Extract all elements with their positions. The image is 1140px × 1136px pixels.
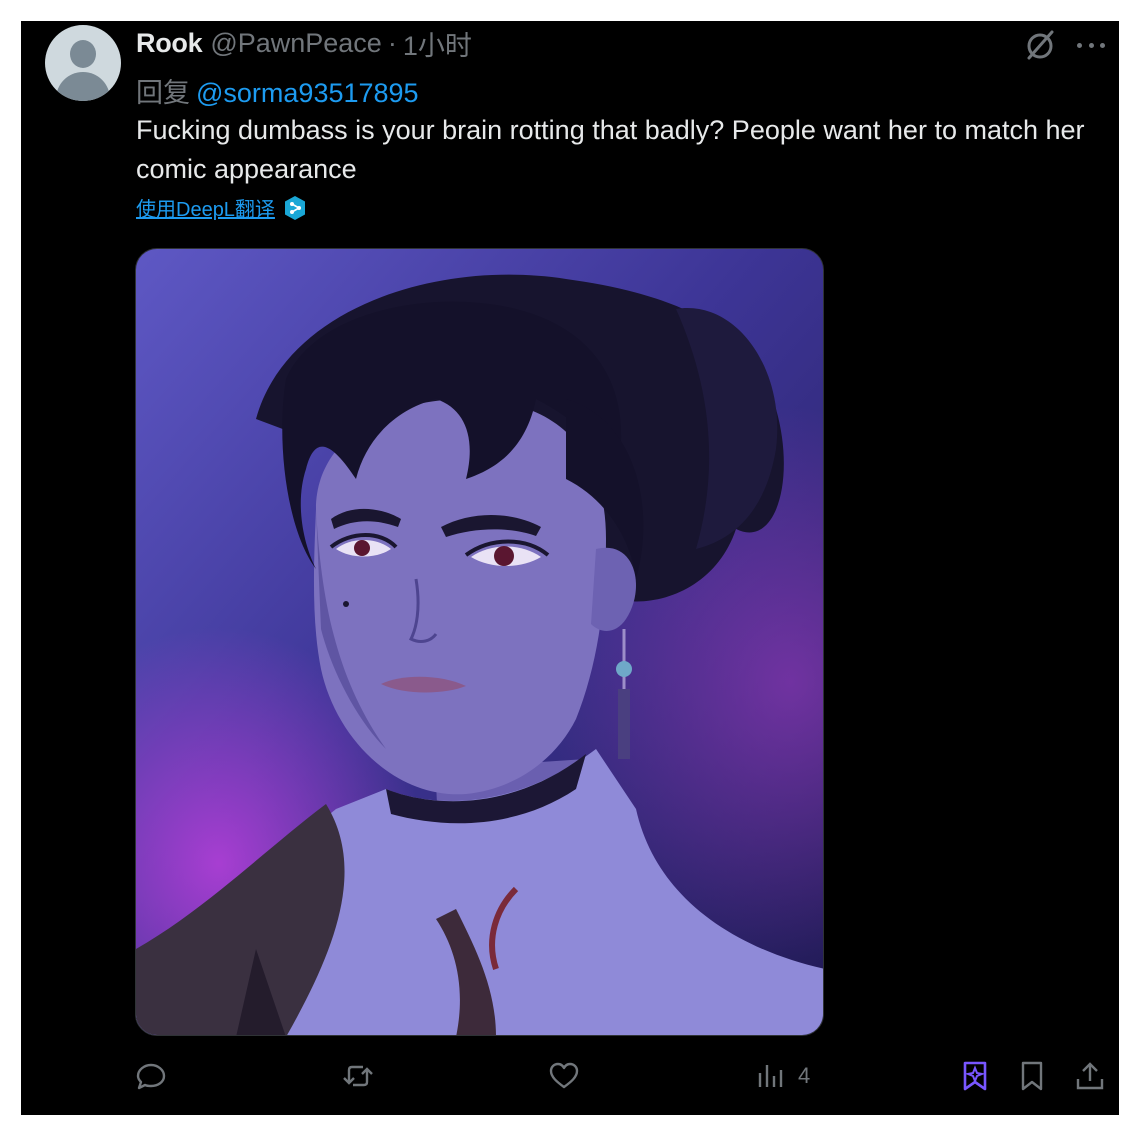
- views-button[interactable]: 4: [754, 1059, 810, 1093]
- translate-row: 使用DeepL翻译: [136, 193, 307, 222]
- retweet-button[interactable]: [341, 1059, 375, 1093]
- bookmark-icon: [1021, 1061, 1043, 1091]
- tweet-text: Fucking dumbass is your brain rotting th…: [136, 115, 1085, 184]
- tweet-header: Rook @PawnPeace · 1小时: [136, 25, 472, 61]
- author-handle[interactable]: @PawnPeace: [210, 28, 382, 59]
- grok-icon[interactable]: [1022, 27, 1058, 63]
- anime-portrait-image: [136, 249, 823, 1035]
- grok-explain-button[interactable]: [958, 1059, 992, 1093]
- avatar-body: [56, 72, 110, 101]
- deepl-icon: [284, 195, 305, 220]
- reply-target-link[interactable]: @sorma93517895: [196, 78, 419, 108]
- reply-button[interactable]: [134, 1059, 168, 1093]
- action-bar: 4: [21, 1051, 1119, 1101]
- like-button[interactable]: [547, 1059, 581, 1093]
- analytics-icon: [758, 1065, 783, 1087]
- reply-label: 回复: [136, 78, 190, 108]
- tweet-timestamp[interactable]: 1小时: [403, 24, 472, 63]
- retweet-icon: [343, 1065, 373, 1087]
- heart-icon: [549, 1062, 579, 1089]
- avatar-head: [70, 40, 96, 68]
- share-button[interactable]: [1073, 1059, 1107, 1093]
- header-separator: ·: [387, 27, 397, 58]
- reply-icon: [136, 1063, 166, 1090]
- views-count: 4: [798, 1063, 811, 1088]
- author-name[interactable]: Rook: [136, 28, 203, 59]
- avatar[interactable]: [45, 25, 121, 101]
- bookmark-button[interactable]: [1015, 1059, 1049, 1093]
- tweet-card[interactable]: Rook @PawnPeace · 1小时 回复 @sorma93517895 F…: [21, 21, 1119, 1115]
- tweet-image[interactable]: [135, 248, 824, 1036]
- share-icon: [1076, 1062, 1104, 1090]
- grok-explain-icon: [963, 1061, 987, 1091]
- reply-context: 回复 @sorma93517895: [136, 71, 419, 110]
- more-icon[interactable]: [1073, 31, 1109, 59]
- translate-link[interactable]: 使用DeepL翻译: [136, 193, 275, 222]
